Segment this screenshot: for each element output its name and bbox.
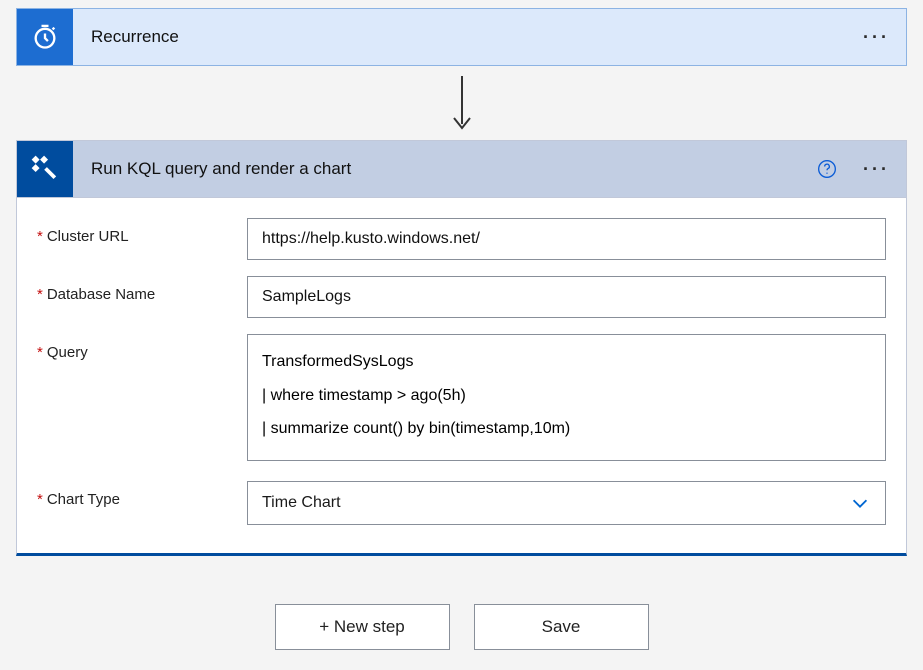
chart-type-dropdown[interactable]: Time Chart — [247, 481, 886, 525]
help-icon[interactable] — [817, 159, 837, 179]
connector-arrow — [16, 66, 907, 140]
action-title: Run KQL query and render a chart — [91, 159, 799, 179]
action-header[interactable]: Run KQL query and render a chart ··· — [17, 141, 906, 197]
database-name-input[interactable] — [247, 276, 886, 318]
label-chart-type: *Chart Type — [37, 481, 247, 509]
action-body: *Cluster URL *Database Name *Query — [17, 197, 906, 553]
row-database-name: *Database Name — [37, 276, 886, 318]
save-button[interactable]: Save — [474, 604, 649, 650]
kusto-icon — [17, 141, 73, 197]
row-chart-type: *Chart Type Time Chart — [37, 481, 886, 525]
chevron-down-icon — [849, 492, 871, 514]
action-card: Run KQL query and render a chart ··· *Cl… — [16, 140, 907, 556]
footer-buttons: + New step Save — [16, 604, 907, 650]
chart-type-value: Time Chart — [262, 494, 849, 512]
label-query: *Query — [37, 334, 247, 362]
label-cluster-url: *Cluster URL — [37, 218, 247, 246]
trigger-header[interactable]: Recurrence ··· — [17, 9, 906, 65]
trigger-title: Recurrence — [91, 27, 841, 47]
recurrence-icon — [17, 9, 73, 65]
designer-canvas: Recurrence ··· Run KQL query and render … — [0, 0, 923, 670]
query-input[interactable] — [247, 334, 886, 461]
action-menu-button[interactable]: ··· — [859, 160, 894, 178]
trigger-menu-button[interactable]: ··· — [859, 28, 894, 46]
label-database-name: *Database Name — [37, 276, 247, 304]
row-query: *Query — [37, 334, 886, 465]
new-step-button[interactable]: + New step — [275, 604, 450, 650]
trigger-card[interactable]: Recurrence ··· — [16, 8, 907, 66]
row-cluster-url: *Cluster URL — [37, 218, 886, 260]
cluster-url-input[interactable] — [247, 218, 886, 260]
